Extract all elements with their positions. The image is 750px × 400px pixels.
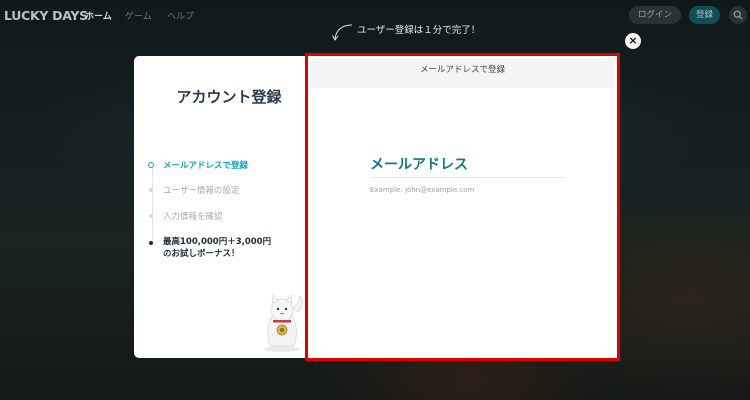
step-user-info: ユーザー情報の設定 — [163, 186, 240, 196]
register-button[interactable]: 登録 — [689, 6, 720, 24]
form-header: メールアドレスで登録 — [310, 58, 615, 88]
step-indicator — [149, 188, 153, 192]
curved-arrow-icon — [332, 24, 353, 41]
modal-title: アカウント登録 — [176, 88, 282, 106]
login-button[interactable]: ログイン — [629, 6, 681, 24]
search-icon — [733, 10, 743, 20]
site-logo[interactable]: LUCKY DAYS — [4, 8, 88, 23]
registration-steps-panel: アカウント登録 メールアドレスで登録 ユーザー情報の設定 入力情報を確認 最高1… — [134, 56, 308, 358]
step-confirm: 入力情報を確認 — [163, 212, 223, 222]
nav-help[interactable]: ヘルプ — [167, 9, 194, 22]
search-button[interactable] — [729, 6, 747, 24]
email-field-underline — [370, 177, 564, 178]
step-indicator-active — [148, 162, 154, 168]
close-modal-button[interactable]: × — [625, 33, 641, 49]
email-registration-form: メールアドレスで登録 メールアドレス — [305, 53, 620, 361]
email-field-label: メールアドレス — [370, 157, 468, 173]
step-indicator — [149, 214, 153, 218]
nav-games[interactable]: ゲーム — [125, 9, 152, 22]
step-email-registration: メールアドレスで登録 — [163, 161, 249, 171]
registration-hint: ユーザー登録は１分で完了！ — [357, 25, 481, 36]
bonus-offer: 最高100,000円＋3,000円のお試しボーナス！ — [163, 237, 272, 259]
email-field[interactable] — [370, 183, 564, 197]
nav-home[interactable]: ホーム — [85, 9, 112, 22]
steps-connector — [151, 167, 153, 243]
step-indicator-bonus — [149, 241, 153, 245]
lucky-cat-icon — [264, 294, 303, 352]
